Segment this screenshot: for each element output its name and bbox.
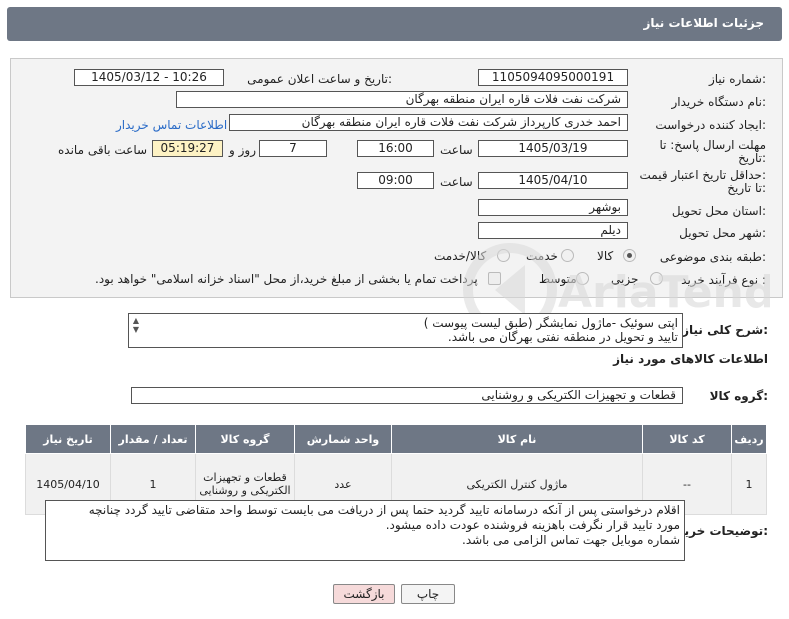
deadline-hour-field[interactable]: 16:00 [357, 140, 434, 157]
col-qty-header: تعداد / مقدار [110, 424, 196, 454]
table-header-row: ردیف کد کالا نام کالا واحد شمارش گروه کا… [25, 424, 767, 454]
summary-label: شرح کلی نیاز: [682, 323, 768, 337]
page-header: جزئیات اطلاعات نیاز [7, 7, 782, 41]
remaining-time-field[interactable]: 05:19:27 [152, 140, 223, 157]
col-code-header: کد کالا [642, 424, 732, 454]
process-radio-medium[interactable] [576, 272, 589, 285]
validity-date-field[interactable]: 1405/04/10 [478, 172, 628, 189]
category-goods-service-label: کالا/خدمت [434, 249, 487, 263]
deadline-label-2: تاریخ: [738, 151, 766, 165]
deadline-label: مهلت ارسال پاسخ: تا [659, 138, 766, 152]
city-field[interactable]: دیلم [478, 222, 628, 239]
deadline-hour-label: ساعت [440, 143, 473, 157]
treasury-checkbox[interactable] [488, 272, 501, 285]
process-radio-minor[interactable] [650, 272, 663, 285]
need-number-label: شماره نیاز: [708, 72, 766, 86]
need-number-field[interactable]: 1105094095000191 [478, 69, 628, 86]
remaining-label: ساعت باقی مانده [58, 143, 148, 157]
validity-label: حداقل تاریخ اعتبار قیمت: [639, 168, 766, 182]
buyer-org-field[interactable]: شرکت نفت فلات قاره ایران منطقه بهرگان [176, 91, 628, 108]
process-label: نوع فرآیند خرید : [681, 273, 766, 287]
days-label: روز و [229, 143, 256, 157]
col-unit-header: واحد شمارش [294, 424, 392, 454]
category-label: طبقه بندی موضوعی: [659, 250, 766, 264]
payment-note: پرداخت تمام یا بخشی از مبلغ خرید،از محل … [95, 272, 478, 286]
requester-label: ایجاد کننده درخواست: [655, 118, 766, 132]
validity-hour-label: ساعت [440, 175, 473, 189]
buyer-notes-line: اقلام درخواستی پس از آنکه درسامانه تایید… [88, 503, 680, 517]
announce-field[interactable]: 1405/03/12 - 10:26 [74, 69, 224, 86]
validity-hour-field[interactable]: 09:00 [357, 172, 434, 189]
requester-field[interactable]: احمد خدری کارپرداز شرکت نفت فلات قاره ای… [229, 114, 628, 131]
category-radio-goods-service[interactable] [497, 249, 510, 262]
buyer-contact-link[interactable]: اطلاعات تماس خریدار [116, 118, 227, 132]
buyer-notes-line: مورد تایید قرار نگرفت باهزینه فروشنده عو… [385, 518, 680, 532]
category-radio-service[interactable] [561, 249, 574, 262]
col-group-header: گروه کالا [195, 424, 295, 454]
process-minor-label: جزیی [611, 272, 639, 286]
province-field[interactable]: بوشهر [478, 199, 628, 216]
goods-group-field[interactable]: قطعات و تجهیزات الکتریکی و روشنایی [131, 387, 683, 404]
deadline-date-field[interactable]: 1405/03/19 [478, 140, 628, 157]
cell-row: 1 [731, 453, 767, 515]
category-radio-goods[interactable] [623, 249, 636, 262]
buyer-notes-textarea[interactable]: اقلام درخواستی پس از آنکه درسامانه تایید… [45, 500, 685, 561]
summary-textarea[interactable]: اپتی سوئیک -ماژول نمایشگر (طبق لیست پیوس… [128, 313, 683, 348]
print-button[interactable]: چاپ [401, 584, 455, 604]
scroll-arrows-icon[interactable]: ▲ ▼ [131, 316, 141, 340]
page-title: جزئیات اطلاعات نیاز [643, 16, 764, 30]
buyer-notes-line: شماره موبایل جهت تماس الزامی می باشد. [462, 533, 680, 547]
city-label: شهر محل تحویل: [679, 226, 766, 240]
col-row-header: ردیف [731, 424, 767, 454]
buyer-org-label: نام دستگاه خریدار: [671, 95, 767, 109]
province-label: استان محل تحویل: [671, 204, 766, 218]
col-name-header: نام کالا [391, 424, 643, 454]
days-field[interactable]: 7 [259, 140, 327, 157]
goods-info-title: اطلاعات کالاهای مورد نیاز [613, 352, 768, 366]
col-date-header: تاریخ نیاز [25, 424, 111, 454]
announce-label: تاریخ و ساعت اعلان عمومی: [247, 72, 392, 86]
back-button[interactable]: بازگشت [333, 584, 395, 604]
summary-line: اپتی سوئیک -ماژول نمایشگر (طبق لیست پیوس… [423, 316, 678, 330]
category-goods-label: کالا [597, 249, 614, 263]
summary-line: تایید و تحویل در منطقه نفتی بهرگان می با… [447, 330, 678, 344]
validity-label-2: تا تاریخ: [727, 181, 766, 195]
goods-group-label: گروه کالا: [709, 389, 768, 403]
category-service-label: خدمت [526, 249, 558, 263]
process-medium-label: متوسط [539, 272, 577, 286]
